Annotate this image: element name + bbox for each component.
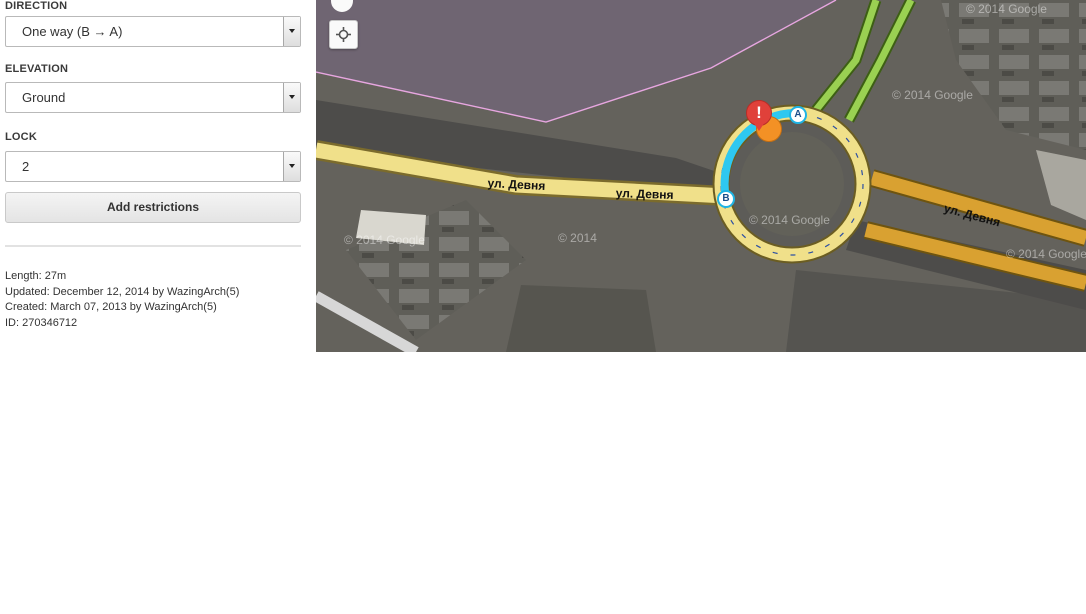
segment-length: Length: 27m	[5, 270, 67, 282]
map-watermark: © 2014	[558, 231, 597, 245]
segment-id: ID: 270346712	[5, 317, 78, 330]
node-b-marker[interactable]: B	[717, 190, 735, 208]
map-watermark: © 2014 Google	[1006, 247, 1086, 261]
map-watermark: © 2014 Google	[749, 213, 830, 227]
panel-divider	[5, 245, 301, 247]
elevation-select[interactable]: Ground	[5, 82, 301, 113]
alert-pin-tail	[753, 122, 765, 131]
add-restrictions-button[interactable]: Add restrictions	[5, 192, 301, 223]
road-label: ул. Девня	[487, 176, 546, 194]
road-label: ул. Девня	[615, 186, 674, 203]
elevation-label: ELEVATION	[5, 63, 69, 75]
map-watermark: © 2014 Google	[966, 2, 1047, 16]
segment-metadata: Length: 27m Updated: December 12, 2014 b…	[5, 269, 301, 332]
lock-label: LOCK	[5, 131, 37, 143]
direction-select[interactable]: One way (B → A)	[5, 16, 301, 47]
elevation-select-value: Ground	[22, 90, 66, 105]
lock-select[interactable]: 2	[5, 151, 301, 182]
chevron-down-icon[interactable]	[283, 152, 300, 181]
direction-label: DIRECTION	[5, 0, 68, 12]
building	[506, 285, 656, 352]
map-imagery	[316, 0, 1086, 352]
segment-created: Created: March 07, 2013 by WazingArch(5)	[5, 301, 217, 314]
map-watermark: © 2014 Google	[892, 88, 973, 102]
locate-button[interactable]	[329, 20, 358, 49]
map-watermark: © 2014 Google	[344, 233, 425, 247]
segment-updated: Updated: December 12, 2014 by WazingArch…	[5, 285, 240, 298]
chevron-down-icon[interactable]	[283, 83, 300, 112]
segment-edit-panel: DIRECTION One way (B → A) ELEVATION Grou…	[0, 0, 316, 352]
node-a-marker[interactable]: A	[789, 106, 807, 124]
direction-select-value: One way (B → A)	[22, 24, 123, 39]
chevron-down-icon[interactable]	[283, 17, 300, 46]
locate-icon	[336, 27, 351, 42]
lock-select-value: 2	[22, 159, 30, 174]
map-canvas[interactable]: © 2014 Google © 2014 Google © 2014 Googl…	[316, 0, 1086, 352]
